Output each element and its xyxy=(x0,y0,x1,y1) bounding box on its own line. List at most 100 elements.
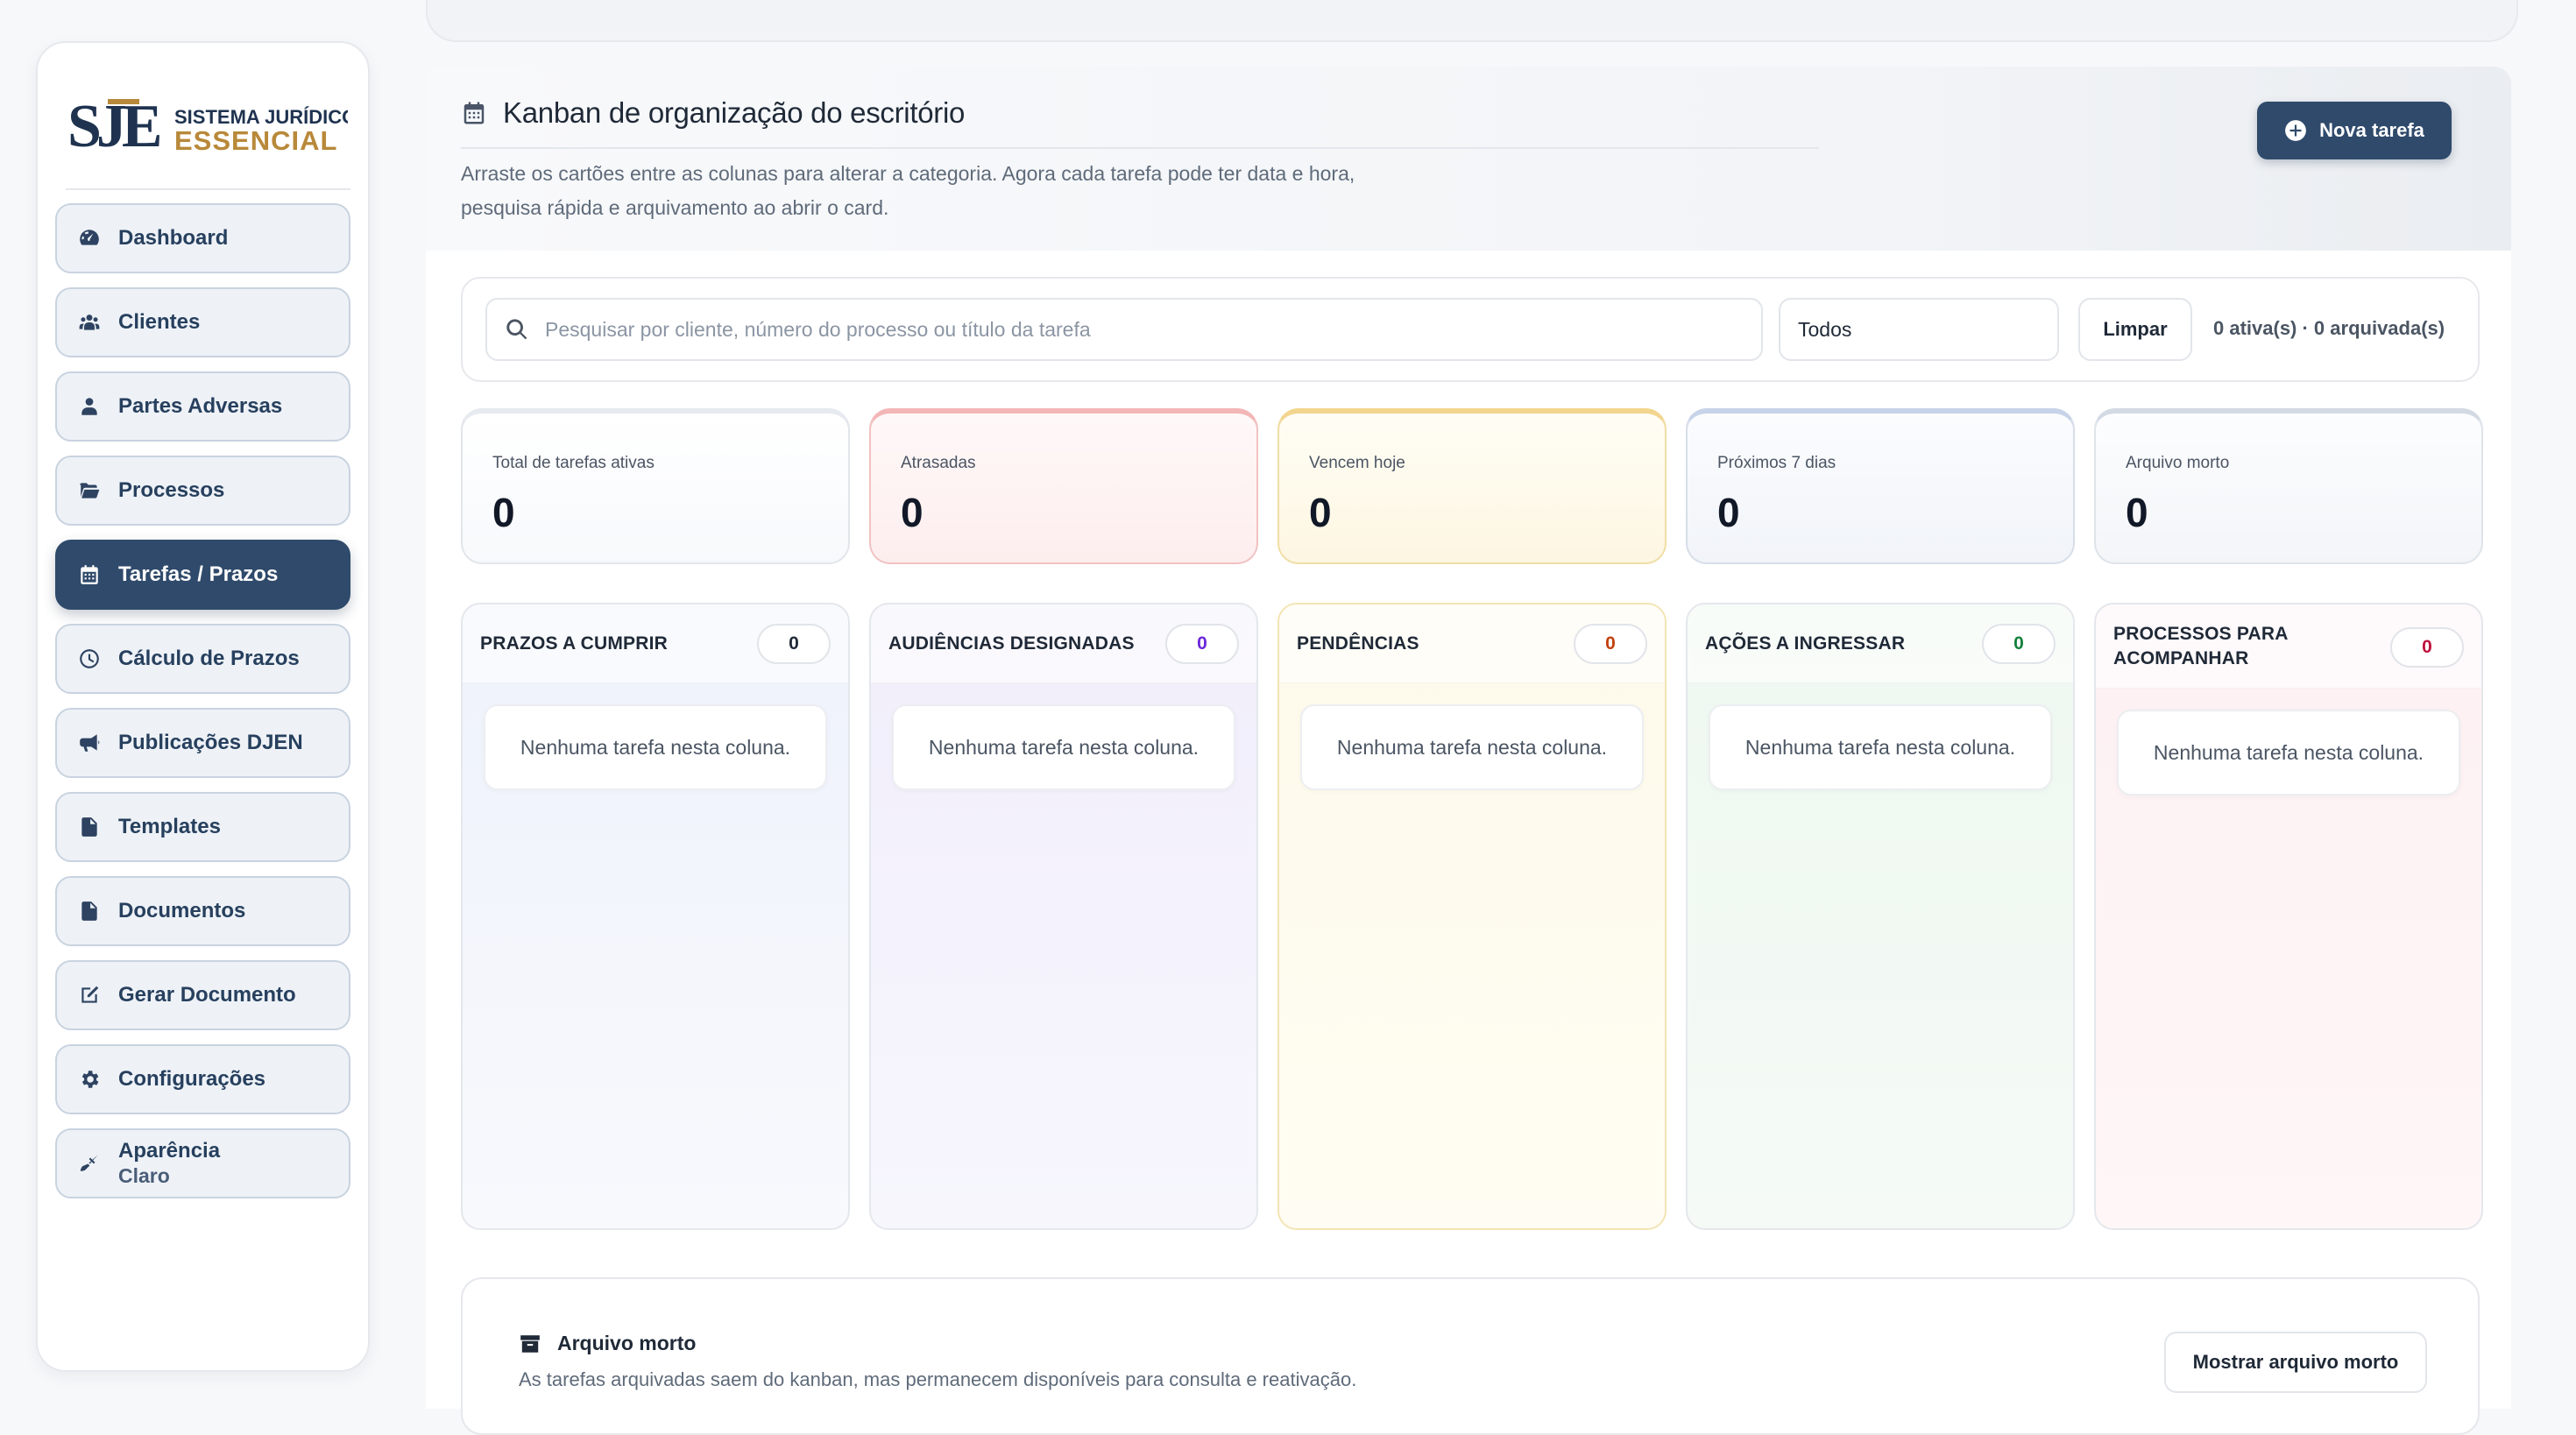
sidebar: SJE SISTEMA JURÍDICO ESSENCIAL Dashboard… xyxy=(36,41,370,1372)
sidebar-item-aparencia[interactable]: Aparência Claro xyxy=(55,1128,350,1198)
plus-circle-icon xyxy=(2285,120,2306,141)
sidebar-item-tarefas-prazos[interactable]: Tarefas / Prazos xyxy=(55,540,350,610)
stat-value: 0 xyxy=(2126,490,2148,535)
title-divider xyxy=(461,147,1819,149)
sidebar-item-label: Templates xyxy=(118,815,221,838)
sidebar-item-configuracoes[interactable]: Configurações xyxy=(55,1044,350,1114)
archive-box-icon xyxy=(520,1334,540,1353)
sidebar-item-label: Dashboard xyxy=(118,226,229,250)
stat-value: 0 xyxy=(901,490,924,535)
kanban-column-audiencias[interactable]: AUDIÊNCIAS DESIGNADAS 0 Nenhuma tarefa n… xyxy=(869,603,1258,1230)
file-icon xyxy=(76,814,103,840)
column-count-badge: 0 xyxy=(1982,624,2056,664)
column-title: AUDIÊNCIAS DESIGNADAS xyxy=(888,633,1135,654)
sidebar-item-partes-adversas[interactable]: Partes Adversas xyxy=(55,371,350,442)
stat-label: Arquivo morto xyxy=(2126,454,2230,472)
column-header: PRAZOS A CUMPRIR 0 xyxy=(463,604,848,683)
column-header: AUDIÊNCIAS DESIGNADAS 0 xyxy=(871,604,1256,683)
stat-label: Vencem hoje xyxy=(1309,454,1405,472)
archive-description: As tarefas arquivadas saem do kanban, ma… xyxy=(519,1368,1357,1390)
kanban-column-acoes[interactable]: AÇÕES A INGRESSAR 0 Nenhuma tarefa nesta… xyxy=(1686,603,2075,1230)
empty-column-message: Nenhuma tarefa nesta coluna. xyxy=(2117,710,2460,795)
sidebar-item-label: Documentos xyxy=(118,899,246,922)
sidebar-item-label: Publicações DJEN xyxy=(118,731,303,754)
brush-icon xyxy=(76,1150,103,1177)
new-task-button[interactable]: Nova tarefa xyxy=(2257,102,2452,159)
page-description: Arraste os cartões entre as colunas para… xyxy=(461,162,1355,219)
page-title: Kanban de organização do escritório xyxy=(461,96,965,130)
empty-column-message: Nenhuma tarefa nesta coluna. xyxy=(892,704,1235,790)
app-logo[interactable]: SJE SISTEMA JURÍDICO ESSENCIAL xyxy=(67,88,357,160)
sidebar-item-clientes[interactable]: Clientes xyxy=(55,287,350,357)
logo-divider xyxy=(66,188,350,190)
show-archive-button[interactable]: Mostrar arquivo morto xyxy=(2164,1332,2427,1393)
stat-card-vencem-hoje: Vencem hoje 0 xyxy=(1277,408,1667,564)
folder-open-icon xyxy=(76,477,103,504)
stat-card-atrasadas: Atrasadas 0 xyxy=(869,408,1258,564)
sidebar-item-label: Processos xyxy=(118,478,225,502)
new-task-label: Nova tarefa xyxy=(2319,119,2424,141)
sidebar-item-label: Tarefas / Prazos xyxy=(118,562,279,586)
search-icon xyxy=(506,319,527,340)
column-title: PROCESSOS PARA ACOMPANHAR xyxy=(2113,623,2288,668)
calendar-icon xyxy=(76,562,103,588)
clock-icon xyxy=(76,646,103,672)
empty-column-message: Nenhuma tarefa nesta coluna. xyxy=(484,704,827,790)
sidebar-item-label: Configurações xyxy=(118,1067,266,1091)
archive-title-text: Arquivo morto xyxy=(557,1332,697,1354)
column-count-badge: 0 xyxy=(757,624,831,664)
kanban-column-processos[interactable]: PROCESSOS PARA ACOMPANHAR 0 Nenhuma tare… xyxy=(2094,603,2483,1230)
gear-icon xyxy=(76,1066,103,1092)
stat-card-total: Total de tarefas ativas 0 xyxy=(461,408,850,564)
sidebar-item-label: Partes Adversas xyxy=(118,394,283,418)
file-text-icon xyxy=(76,898,103,924)
empty-column-message: Nenhuma tarefa nesta coluna. xyxy=(1709,704,2052,790)
sidebar-item-label: Clientes xyxy=(118,310,201,334)
search-field[interactable] xyxy=(485,298,1763,361)
sidebar-item-publicacoes-djen[interactable]: Publicações DJEN xyxy=(55,708,350,778)
column-title: PRAZOS A CUMPRIR xyxy=(480,633,668,654)
stat-label: Total de tarefas ativas xyxy=(492,454,655,472)
theme-value: Claro xyxy=(118,1164,170,1187)
page-header: Kanban de organização do escritório Arra… xyxy=(426,67,2511,251)
logo-mark-icon: SJE SISTEMA JURÍDICO ESSENCIAL xyxy=(67,93,357,160)
search-input[interactable] xyxy=(543,316,1761,343)
svg-text:ESSENCIAL: ESSENCIAL xyxy=(174,125,337,156)
column-count-badge: 0 xyxy=(2390,627,2464,668)
sidebar-item-gerar-documento[interactable]: Gerar Documento xyxy=(55,960,350,1030)
appearance-labels: Aparência Claro xyxy=(118,1138,220,1189)
users-icon xyxy=(76,309,103,336)
task-counter: 0 ativa(s) · 0 arquivada(s) xyxy=(2213,317,2445,339)
stat-label: Próximos 7 dias xyxy=(1717,454,1836,472)
stat-value: 0 xyxy=(1309,490,1332,535)
empty-column-message: Nenhuma tarefa nesta coluna. xyxy=(1300,704,1644,790)
sidebar-item-calculo-de-prazos[interactable]: Cálculo de Prazos xyxy=(55,624,350,694)
kanban-column-prazos[interactable]: PRAZOS A CUMPRIR 0 Nenhuma tarefa nesta … xyxy=(461,603,850,1230)
stat-card-arquivo-morto: Arquivo morto 0 xyxy=(2094,408,2483,564)
category-filter-select[interactable]: Todos xyxy=(1779,298,2059,361)
dashboard-gauge-icon xyxy=(76,225,103,251)
stat-value: 0 xyxy=(1717,490,1740,535)
sidebar-item-dashboard[interactable]: Dashboard xyxy=(55,203,350,273)
column-count-badge: 0 xyxy=(1574,624,1647,664)
archive-section: Arquivo morto As tarefas arquivadas saem… xyxy=(461,1277,2480,1435)
page-title-text: Kanban de organização do escritório xyxy=(503,96,966,129)
sidebar-item-label: Gerar Documento xyxy=(118,983,296,1007)
clear-filters-button[interactable]: Limpar xyxy=(2078,298,2192,361)
sidebar-item-templates[interactable]: Templates xyxy=(55,792,350,862)
megaphone-icon xyxy=(76,730,103,756)
edit-document-icon xyxy=(76,982,103,1008)
stat-value: 0 xyxy=(492,490,515,535)
archive-title: Arquivo morto xyxy=(519,1332,696,1355)
previous-card-remnant xyxy=(426,0,2518,42)
sidebar-item-documentos[interactable]: Documentos xyxy=(55,876,350,946)
kanban-column-pendencias[interactable]: PENDÊNCIAS 0 Nenhuma tarefa nesta coluna… xyxy=(1277,603,1667,1230)
sidebar-item-label: Aparência xyxy=(118,1139,221,1163)
calendar-icon xyxy=(464,102,485,124)
sidebar-item-processos[interactable]: Processos xyxy=(55,456,350,526)
stat-label: Atrasadas xyxy=(901,454,976,472)
column-count-badge: 0 xyxy=(1165,624,1239,664)
stat-card-proximos-7-dias: Próximos 7 dias 0 xyxy=(1686,408,2075,564)
column-title: PENDÊNCIAS xyxy=(1297,633,1419,654)
column-header: PROCESSOS PARA ACOMPANHAR 0 xyxy=(2096,604,2481,689)
